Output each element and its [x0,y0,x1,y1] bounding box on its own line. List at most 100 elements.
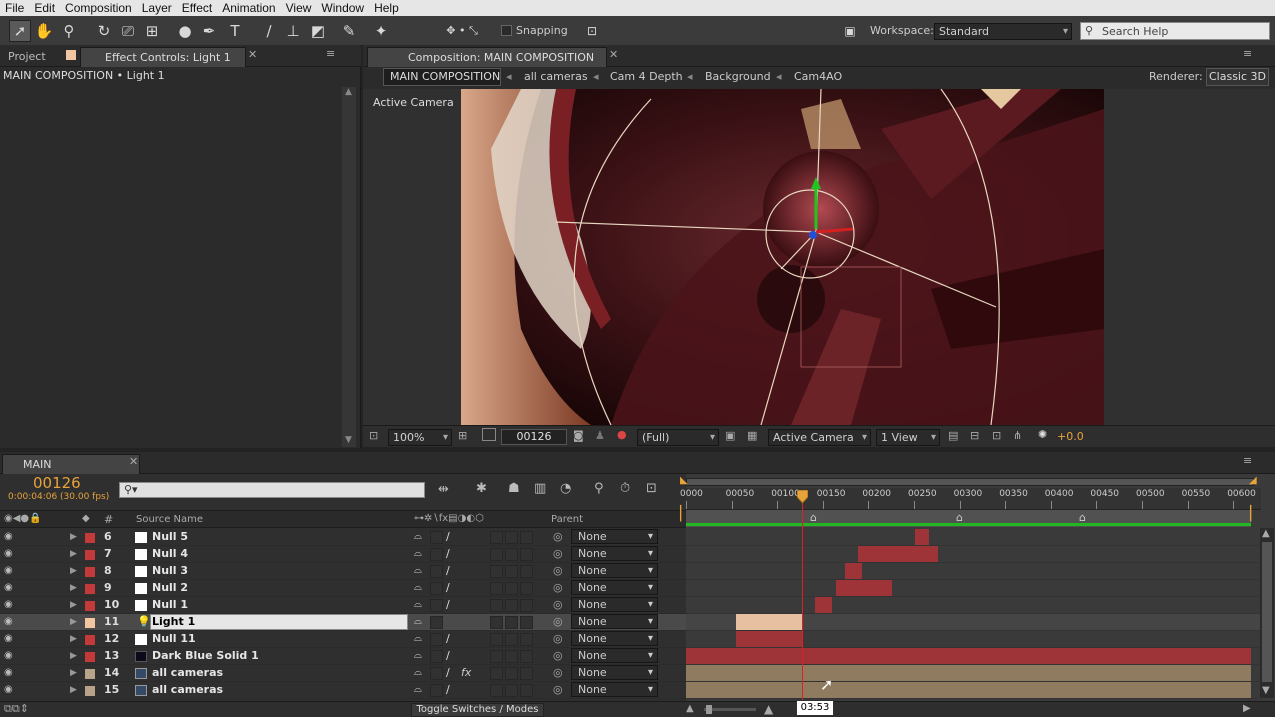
shy-switch-icon[interactable]: ⌓ [414,682,422,698]
puppet-pin-tool-icon[interactable]: ✦ [370,20,392,42]
snapping-checkbox[interactable] [501,25,512,36]
navigator-end-handle[interactable]: ◢ [1249,475,1257,486]
column-parent[interactable]: Parent [551,514,583,525]
type-tool-icon[interactable]: T [224,20,246,42]
layer-name[interactable]: Light 1 [152,614,195,630]
playhead-line[interactable] [802,491,803,701]
3d-layer-switch[interactable] [520,582,533,595]
parent-dropdown[interactable]: None [571,529,658,544]
comp-mini-flowchart-icon[interactable]: ⇹ [438,482,449,497]
shy-switch-icon[interactable]: ⌓ [414,597,422,613]
brush-tool-icon[interactable]: ∕ [258,20,280,42]
menu-layer[interactable]: Layer [137,1,177,15]
layer-duration-bar[interactable] [686,648,1251,664]
shy-switch-icon[interactable]: ⌓ [414,614,422,630]
render-preview[interactable] [461,89,1104,425]
menu-animation[interactable]: Animation [217,1,280,15]
parent-dropdown[interactable]: None [571,682,658,697]
pickwhip-icon[interactable]: ◎ [553,682,563,698]
scrollbar[interactable]: ▲ ▼ [342,87,356,447]
expand-twirl-icon[interactable]: ▶ [70,631,77,647]
layer-duration-bar[interactable] [686,682,1251,698]
layer-row[interactable]: ◉ ▶ 7 Null 4 ⌓ ∕ ◎ None [0,546,686,563]
fx-switch[interactable]: fx [461,665,471,681]
work-area-start-handle[interactable]: ▏ [680,506,691,522]
shy-switch-icon[interactable]: ⌓ [414,648,422,664]
layer-label-color[interactable] [85,584,95,594]
pickwhip-icon[interactable]: ◎ [553,597,563,613]
quality-switch-icon[interactable]: ∕ [446,648,450,664]
selection-tool-icon[interactable]: ➚ [9,20,31,42]
parent-dropdown[interactable]: None [571,546,658,561]
layer-duration-bar[interactable] [736,631,802,647]
3d-layer-switch[interactable] [520,531,533,544]
adjustment-switch[interactable] [505,684,518,697]
menu-file[interactable]: File [0,1,29,15]
3d-layer-switch[interactable] [520,633,533,646]
roto-brush-tool-icon[interactable]: ✎ [338,20,360,42]
shy-switch-icon[interactable]: ⌓ [414,631,422,647]
fit-icon[interactable]: ⊞ [458,429,467,442]
shy-layers-icon[interactable]: ☗ [508,481,520,496]
collapse-switch[interactable] [430,616,443,629]
quality-switch-icon[interactable]: ∕ [446,546,450,562]
layer-duration-bar[interactable] [736,614,802,630]
quality-switch-icon[interactable]: ∕ [446,682,450,698]
fast-draft-icon[interactable]: ⊟ [970,429,979,442]
fast-previews-icon[interactable]: ▣ [725,429,735,442]
collapse-switch[interactable] [430,667,443,680]
resolution-dropdown[interactable]: (Full) [637,429,719,446]
visibility-eye-icon[interactable]: ◉ [4,597,18,613]
collapse-switch[interactable] [430,633,443,646]
expand-twirl-icon[interactable]: ▶ [70,597,77,613]
adjustment-switch[interactable] [505,616,518,629]
collapse-switch[interactable] [430,650,443,663]
marker-icon[interactable]: ⌂ [810,511,817,524]
marker-icon[interactable]: ⌂ [956,511,963,524]
layer-name[interactable]: Null 1 [152,597,188,613]
transparency-grid-icon[interactable]: ▦ [747,429,757,442]
panel-menu-icon[interactable]: ≡ [1243,454,1252,467]
column-source-name[interactable]: Source Name [136,514,203,525]
adjustment-switch[interactable] [505,667,518,680]
timeline-icon[interactable]: ⊡ [992,429,1001,442]
axis-mode-icons[interactable]: ✥ • ⤡ [437,20,487,42]
brainstorm-icon[interactable]: ⚲ [594,481,604,496]
region-of-interest-icon[interactable] [482,428,496,441]
motion-blur-switch[interactable] [490,565,503,578]
renderer-button[interactable]: Classic 3D [1206,68,1269,86]
zoom-dropdown[interactable]: 100% [388,429,452,446]
expand-twirl-icon[interactable]: ▶ [70,546,77,562]
pickwhip-icon[interactable]: ◎ [553,546,563,562]
hand-tool-icon[interactable]: ✋ [33,20,55,42]
scroll-up-icon[interactable]: ▲ [1262,528,1270,539]
visibility-eye-icon[interactable]: ◉ [4,580,18,596]
layer-row[interactable]: ◉ ▶ 6 Null 5 ⌓ ∕ ◎ None [0,529,686,546]
quality-switch-icon[interactable]: ∕ [446,631,450,647]
pickwhip-icon[interactable]: ◎ [553,631,563,647]
navigator-area[interactable]: ◣ ◢ [680,474,1261,488]
layer-name[interactable]: Null 11 [152,631,196,647]
motion-blur-switch[interactable] [490,633,503,646]
expand-twirl-icon[interactable]: ▶ [70,682,77,698]
parent-dropdown[interactable]: None [571,648,658,663]
shy-switch-icon[interactable]: ⌓ [414,546,422,562]
visibility-eye-icon[interactable]: ◉ [4,546,18,562]
pickwhip-icon[interactable]: ◎ [553,529,563,545]
quality-switch-icon[interactable]: ∕ [446,597,450,613]
clone-stamp-tool-icon[interactable]: ⊥ [282,20,304,42]
collapse-switch[interactable] [430,599,443,612]
footer-toggle-icons[interactable]: ⧉⧉⇕ [4,702,29,716]
pickwhip-icon[interactable]: ◎ [553,665,563,681]
timeline-current-time[interactable]: 00126 [33,474,81,492]
ellipse-tool-icon[interactable]: ● [174,20,196,42]
snapshot-camera-icon[interactable]: ◙ [573,429,584,442]
motion-blur-switch[interactable] [490,650,503,663]
3d-layer-switch[interactable] [520,548,533,561]
parent-dropdown[interactable]: None [571,563,658,578]
expand-twirl-icon[interactable]: ▶ [70,614,77,630]
panel-menu-icon[interactable]: ≡ [1243,47,1252,60]
exposure-value[interactable]: +0.0 [1057,430,1084,443]
menu-window[interactable]: Window [316,1,369,15]
toggle-switches-modes-button[interactable]: Toggle Switches / Modes [411,703,544,717]
